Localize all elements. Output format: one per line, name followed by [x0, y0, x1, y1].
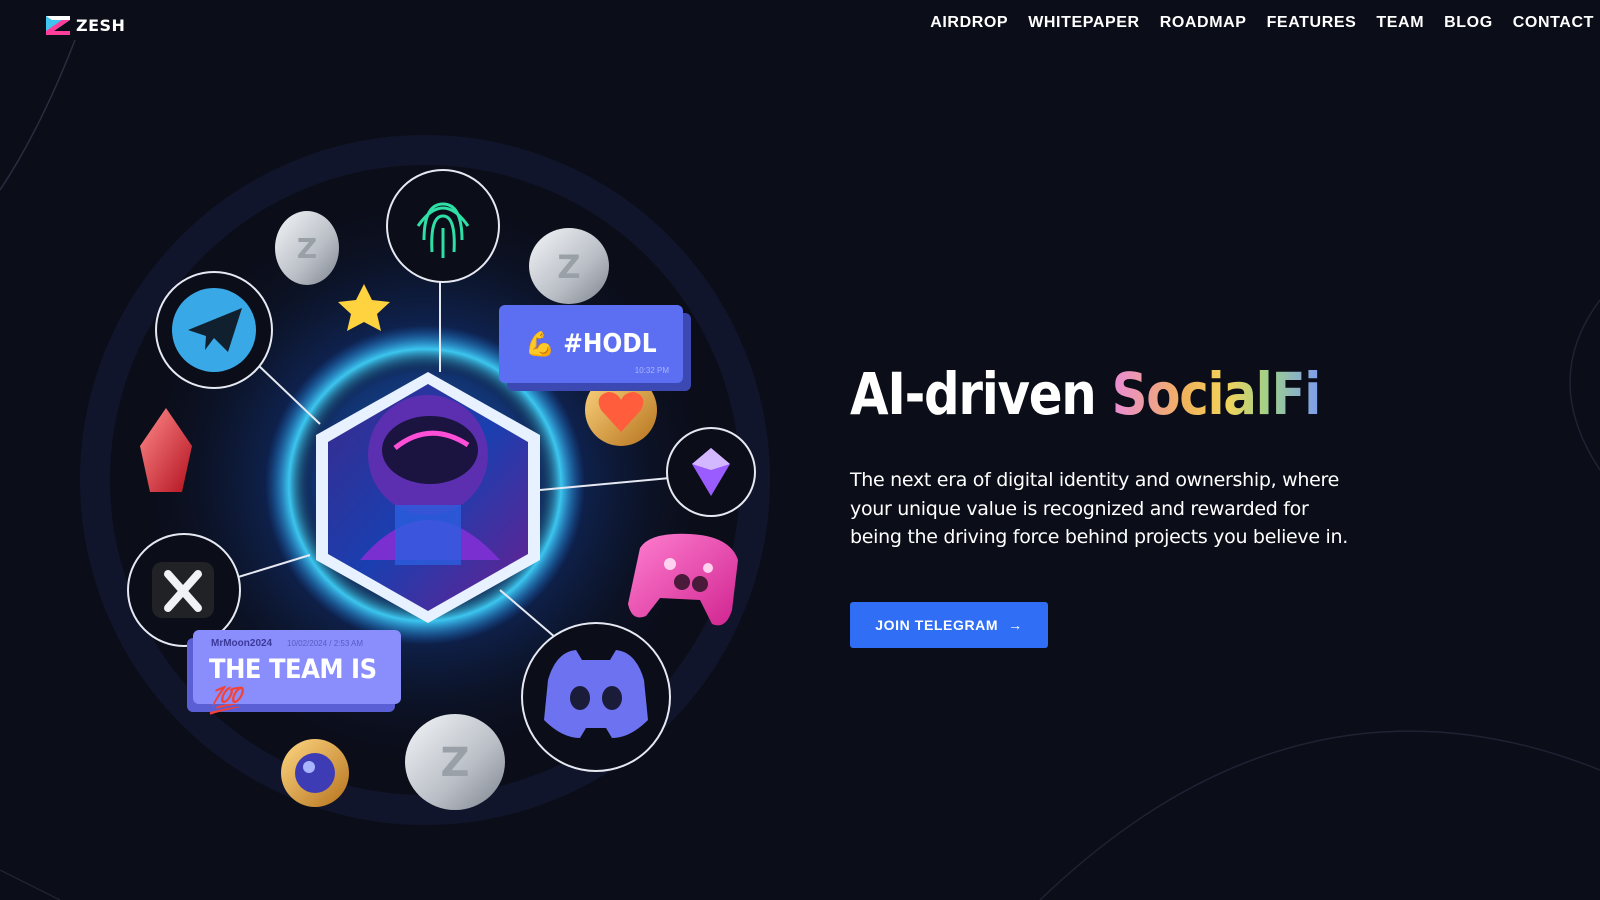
team-card-date: 10/02/2024 / 2:53 AM	[287, 639, 364, 648]
svg-text:Z: Z	[297, 232, 317, 265]
hero-title-main: AI-driven	[850, 360, 1097, 428]
hero-title: AI-driven SocialFi	[850, 360, 1322, 428]
hero-title-accent: SocialFi	[1111, 360, 1322, 428]
team-card-label: THE TEAM IS	[209, 654, 377, 685]
team-card-text: THE TEAM IS 💯	[209, 654, 401, 716]
hodl-card: 💪 #HODL 10:32 PM	[499, 305, 683, 383]
coin-icon: Z	[405, 714, 505, 810]
nav-airdrop[interactable]: AIRDROP	[930, 14, 1008, 32]
arrow-right-icon: →	[1008, 617, 1023, 633]
main-nav: AIRDROP WHITEPAPER ROADMAP FEATURES TEAM…	[930, 14, 1594, 32]
telegram-icon	[155, 271, 273, 389]
team-card-user: MrMoon2024	[211, 638, 273, 649]
fingerprint-icon	[386, 169, 500, 283]
join-telegram-button[interactable]: JOIN TELEGRAM →	[850, 602, 1048, 648]
gem-icon	[666, 427, 756, 517]
discord-icon	[521, 622, 671, 772]
nav-team[interactable]: TEAM	[1376, 14, 1424, 32]
flexed-biceps-icon: 💪	[525, 330, 556, 358]
heart-badge-icon	[585, 374, 657, 446]
nav-whitepaper[interactable]: WHITEPAPER	[1028, 14, 1139, 32]
team-card: MrMoon2024 10/02/2024 / 2:53 AM THE TEAM…	[193, 630, 401, 716]
nav-features[interactable]: FEATURES	[1267, 14, 1357, 32]
coin-icon: Z	[529, 228, 609, 304]
hero-description: The next era of digital identity and own…	[850, 469, 1348, 548]
hero-illustration: Z Z Z	[80, 135, 770, 825]
svg-text:Z: Z	[440, 740, 469, 786]
nav-roadmap[interactable]: ROADMAP	[1160, 14, 1247, 32]
nav-contact[interactable]: CONTACT	[1513, 14, 1594, 32]
svg-text:Z: Z	[557, 248, 580, 286]
orb-icon	[281, 739, 349, 807]
hodl-time: 10:32 PM	[634, 366, 669, 375]
hundred-points-icon: 💯	[209, 686, 241, 716]
nav-blog[interactable]: BLOG	[1444, 14, 1493, 32]
hodl-text: #HODL	[563, 329, 657, 359]
join-telegram-label: JOIN TELEGRAM	[875, 617, 999, 633]
coin-icon: Z	[275, 211, 339, 285]
